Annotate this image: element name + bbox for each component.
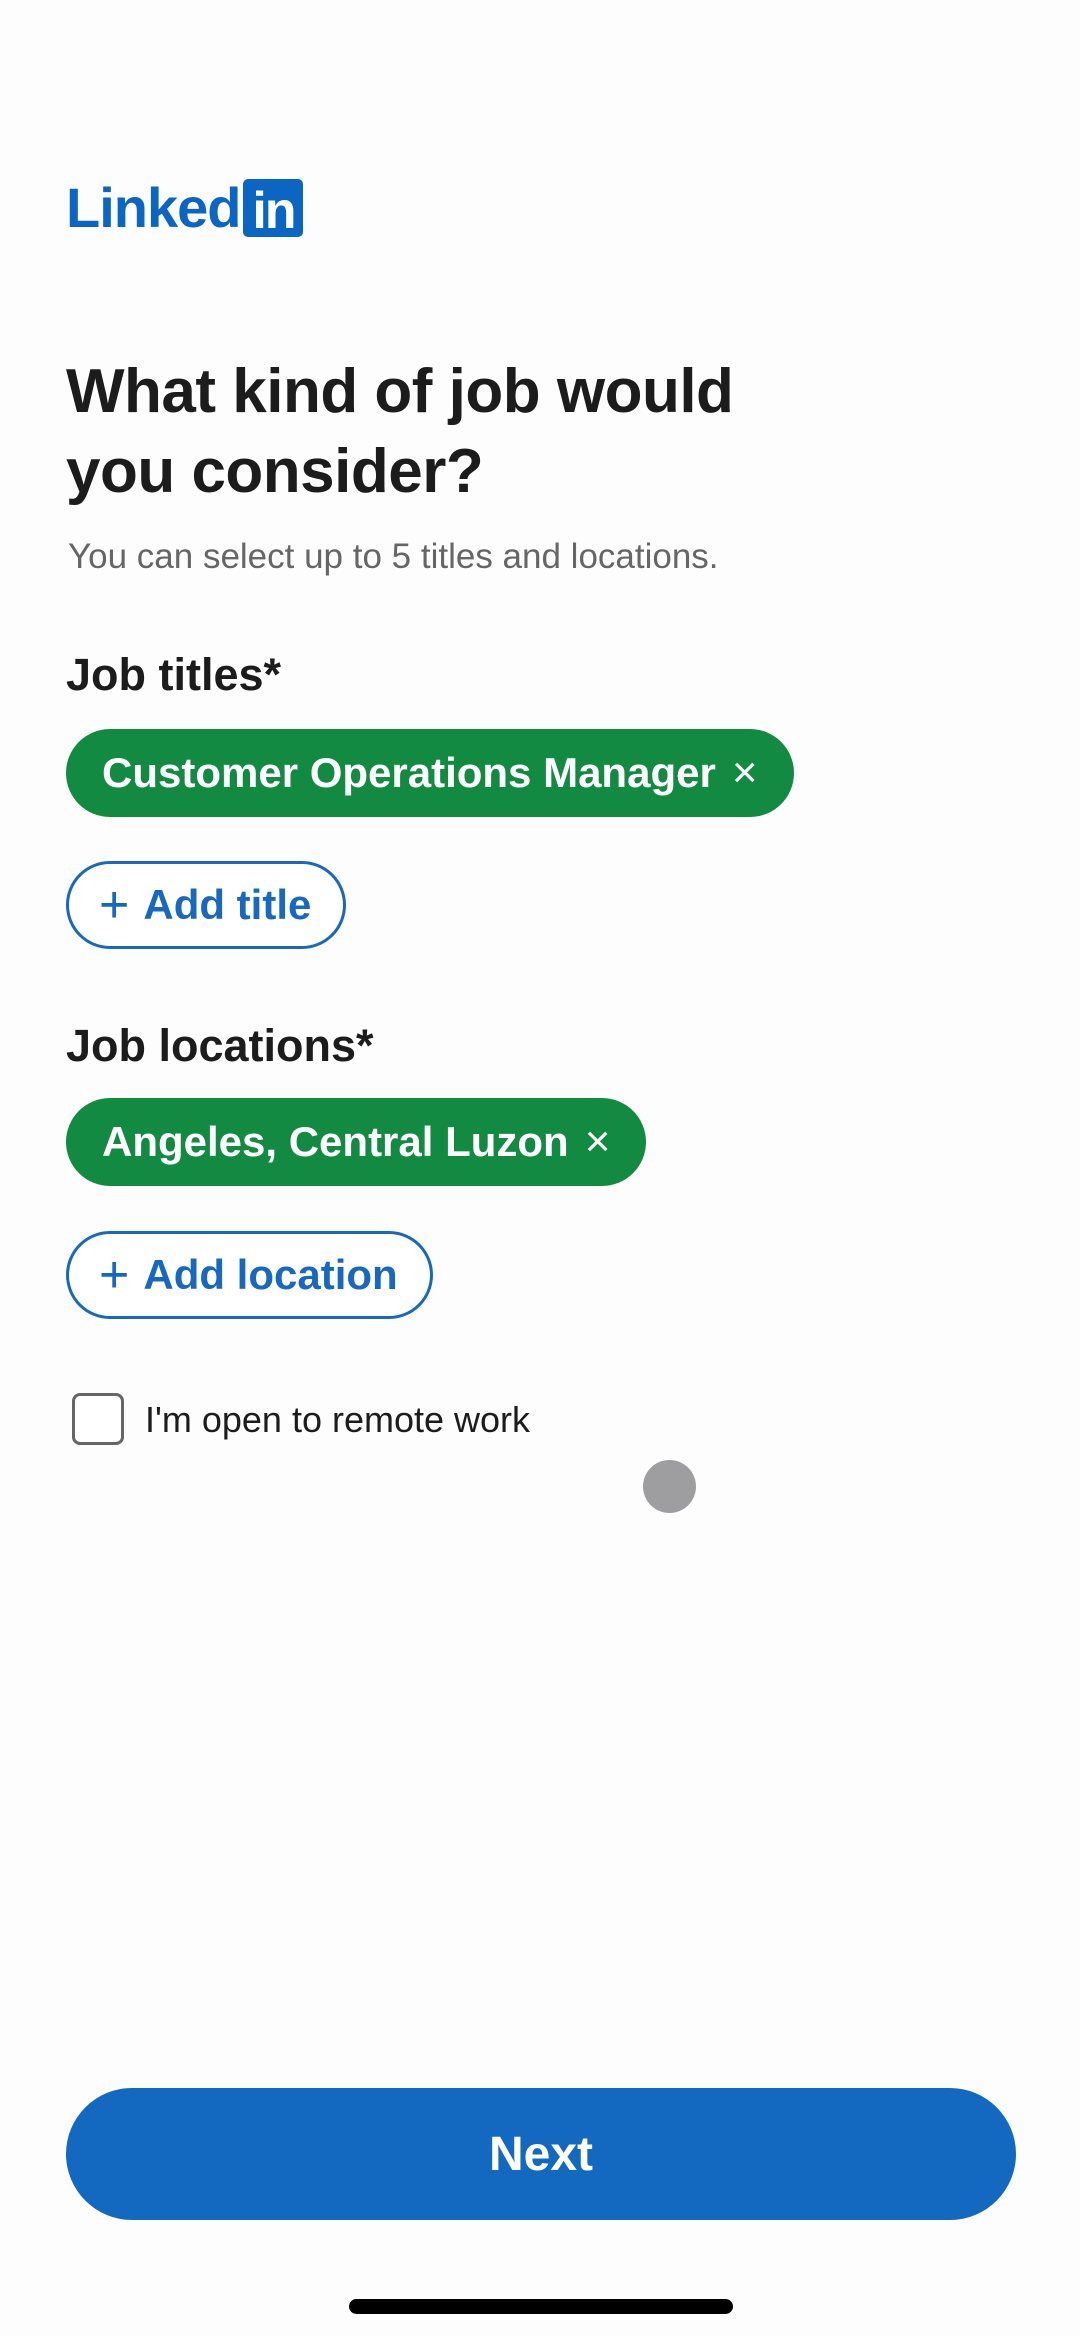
- page-subtitle: You can select up to 5 titles and locati…: [68, 537, 719, 576]
- logo-in-box: in: [243, 179, 304, 237]
- job-location-chip[interactable]: Angeles, Central Luzon ×: [66, 1098, 647, 1186]
- page-title: What kind of job would you consider?: [66, 357, 734, 506]
- remote-work-checkbox[interactable]: [72, 1393, 124, 1445]
- remove-icon[interactable]: ×: [732, 751, 758, 795]
- add-location-button[interactable]: + Add location: [66, 1231, 433, 1319]
- plus-icon: +: [99, 876, 130, 934]
- next-button[interactable]: Next: [66, 2088, 1016, 2220]
- logo-wordmark: Linked: [66, 176, 241, 239]
- add-location-label: Add location: [143, 1251, 398, 1298]
- chip-label: Angeles, Central Luzon: [102, 1118, 569, 1165]
- add-title-button[interactable]: + Add title: [66, 861, 347, 949]
- home-indicator[interactable]: [349, 2299, 733, 2314]
- plus-icon: +: [99, 1246, 130, 1304]
- chip-label: Customer Operations Manager: [102, 749, 716, 796]
- touch-indicator: [643, 1460, 696, 1513]
- linkedin-logo: Linked in: [66, 176, 304, 239]
- job-locations-label: Job locations*: [66, 1020, 374, 1071]
- remote-work-label[interactable]: I'm open to remote work: [145, 1398, 530, 1442]
- job-title-chip[interactable]: Customer Operations Manager ×: [66, 729, 794, 817]
- job-titles-label: Job titles*: [66, 649, 282, 700]
- add-title-label: Add title: [143, 881, 312, 928]
- remove-icon[interactable]: ×: [585, 1120, 611, 1164]
